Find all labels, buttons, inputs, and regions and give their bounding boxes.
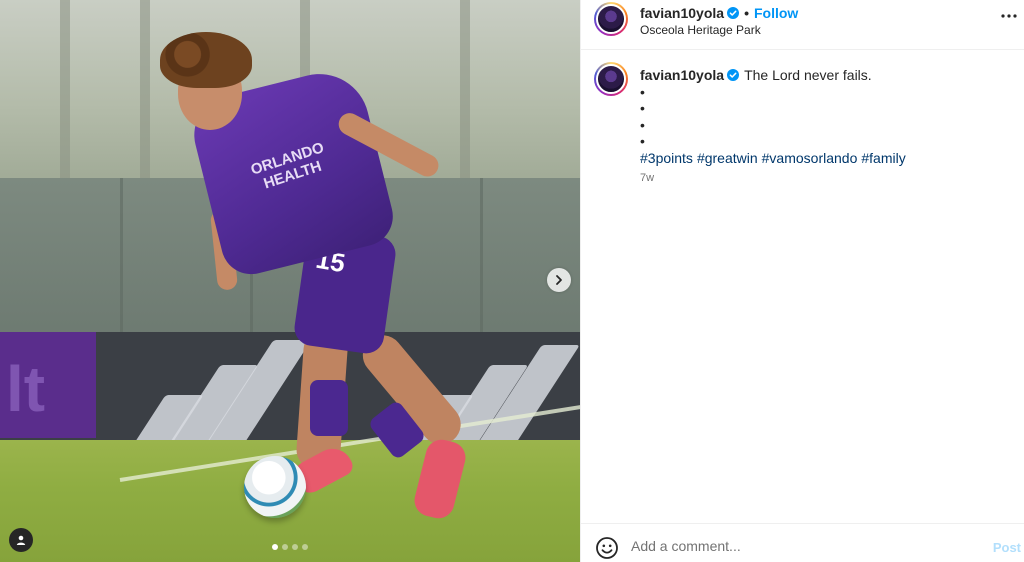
more-horizontal-icon <box>1001 14 1017 18</box>
soccer-ball <box>244 456 306 518</box>
hashtag-link[interactable]: #vamosorlando <box>762 150 858 166</box>
caption-bullet: • <box>640 133 645 149</box>
caption-username-link[interactable]: favian10yola <box>640 67 724 83</box>
more-options-button[interactable] <box>1001 8 1017 24</box>
post-timestamp[interactable]: 7w <box>640 172 654 184</box>
post-caption: favian10yola The Lord never fails. • • • … <box>640 67 1010 166</box>
caption-bullet: • <box>640 83 645 100</box>
avatar-image <box>596 4 626 34</box>
carousel-dot <box>292 544 298 550</box>
background-pole <box>460 0 470 190</box>
carousel-indicator <box>272 544 308 550</box>
caption-bullets: • • • • <box>640 84 1010 150</box>
caption-bullet: • <box>640 100 645 116</box>
player-sock <box>310 380 348 436</box>
caption-bullet: • <box>640 116 645 133</box>
background-pole <box>140 0 150 190</box>
avatar[interactable] <box>594 2 628 36</box>
wall-seam <box>480 178 483 338</box>
carousel-dot <box>272 544 278 550</box>
post-header: favian10yola • Follow Osceola Heritage Par… <box>581 0 1024 40</box>
hashtag-link[interactable]: #family <box>861 150 905 166</box>
background-pole <box>60 0 70 190</box>
avatar-image <box>596 64 626 94</box>
carousel-next-button[interactable] <box>547 268 571 292</box>
ad-board-lettering: lt <box>6 353 46 425</box>
user-tag-button[interactable] <box>9 528 33 552</box>
hashtag-link[interactable]: #greatwin <box>697 150 758 166</box>
follow-button[interactable]: Follow <box>754 5 798 21</box>
header-separator: • <box>744 5 749 21</box>
chevron-right-icon <box>556 275 562 285</box>
header-user-row: favian10yola • Follow <box>640 5 798 21</box>
wall-seam <box>120 178 123 338</box>
verified-badge-icon <box>727 69 740 81</box>
emoji-icon[interactable] <box>595 536 619 560</box>
caption-first-line: favian10yola The Lord never fails. <box>640 67 1010 84</box>
player-hair <box>160 32 252 88</box>
carousel-dot <box>302 544 308 550</box>
comment-bar: Post <box>581 523 1024 562</box>
post-media[interactable]: lt 15 ORLANDO HEALTH <box>0 0 580 562</box>
hashtag-link[interactable]: #3points <box>640 150 693 166</box>
comment-input[interactable] <box>631 533 971 559</box>
username-link[interactable]: favian10yola <box>640 5 724 21</box>
header-divider <box>581 49 1024 50</box>
caption-avatar[interactable] <box>594 62 628 96</box>
verified-badge-icon <box>727 7 740 19</box>
user-tag-icon <box>16 535 26 545</box>
caption-text: The Lord never fails. <box>744 67 872 83</box>
post-comment-button[interactable]: Post <box>993 540 1021 555</box>
post-details-panel: favian10yola • Follow Osceola Heritage Par… <box>580 0 1024 562</box>
location-link[interactable]: Osceola Heritage Park <box>640 23 761 37</box>
carousel-dot <box>282 544 288 550</box>
caption-hashtags: #3points #greatwin #vamosorlando #family <box>640 150 1010 167</box>
